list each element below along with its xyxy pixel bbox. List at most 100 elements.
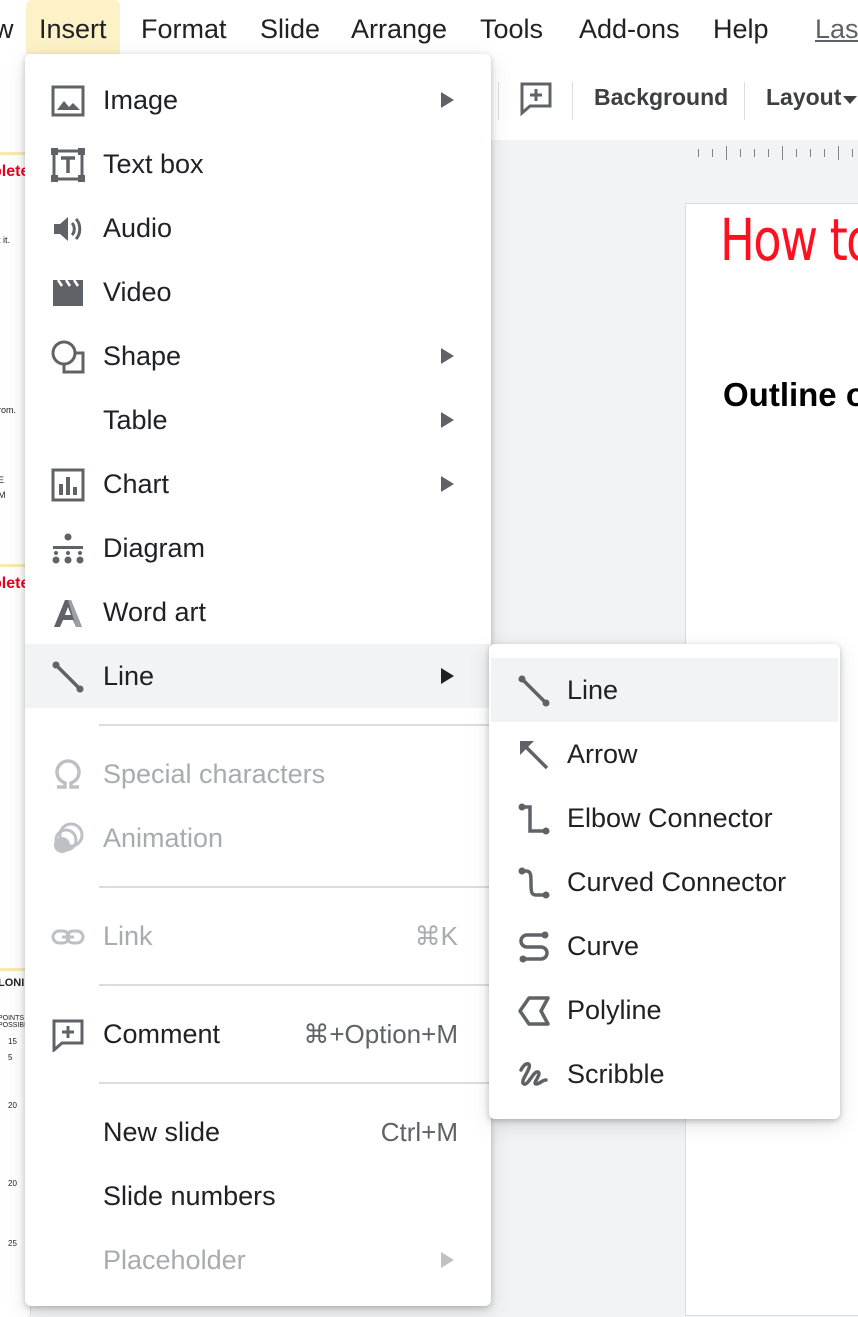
submenu-item-arrow[interactable]: Arrow — [491, 722, 838, 786]
menu-item-line[interactable]: Line — [25, 644, 491, 708]
menu-item-text-box[interactable]: Text box — [25, 132, 491, 196]
menu-item-image[interactable]: Image — [25, 68, 491, 132]
submenu-arrow-icon — [441, 348, 454, 364]
submenu-item-label: Arrow — [567, 739, 638, 769]
submenu-arrow-icon — [441, 476, 454, 492]
menu-item-label: Shape — [103, 341, 182, 371]
line-icon — [517, 674, 551, 708]
menu-item-word-art[interactable]: Word art — [25, 580, 491, 644]
menu-item-label: Text box — [103, 149, 204, 179]
image-icon — [51, 84, 85, 118]
menu-item-shape[interactable]: Shape — [25, 324, 491, 388]
menu-format[interactable]: Format — [141, 0, 227, 54]
menu-item-label: Animation — [103, 823, 224, 853]
menu-item-label: Word art — [103, 597, 207, 627]
menu-item-label: Link — [103, 921, 153, 951]
submenu-arrow-icon — [441, 668, 454, 684]
menu-item-label: New slide — [103, 1117, 221, 1147]
thumbnail-text: 20 — [8, 1101, 17, 1110]
menu-item-shortcut: Ctrl+M — [380, 1117, 458, 1147]
thumbnail-text: POINTS POSSIBL — [0, 1015, 28, 1029]
menu-tools[interactable]: Tools — [480, 0, 543, 54]
thumbnail-title: plete — [0, 163, 28, 180]
menu-item-video[interactable]: Video — [25, 260, 491, 324]
insert-menu: Image Text box Audio Video Shape Table C… — [25, 54, 491, 1306]
menu-item-placeholder: Placeholder — [25, 1228, 491, 1292]
slide-thumbnail[interactable]: plete — [0, 564, 28, 967]
thumbnail-text: 15 — [8, 1037, 17, 1046]
thumbnail-text: rom. — [0, 405, 16, 415]
last-edit-link[interactable]: Las — [815, 0, 858, 54]
menu-item-diagram[interactable]: Diagram — [25, 516, 491, 580]
submenu-item-label: Elbow Connector — [567, 803, 773, 833]
toolbar-divider — [498, 82, 499, 120]
slide-outline-text[interactable]: Outline o — [723, 376, 858, 414]
menu-item-label: Table — [103, 405, 168, 435]
menu-item-label: Image — [103, 85, 179, 115]
polyline-icon — [517, 994, 551, 1028]
thumbnail-text: 20 — [8, 1179, 17, 1188]
menu-item-slide-numbers[interactable]: Slide numbers — [25, 1164, 491, 1228]
diagram-icon — [51, 532, 85, 566]
curved-connector-icon — [517, 866, 551, 900]
menu-item-label: Line — [103, 661, 155, 691]
menu-item-shortcut: ⌘+Option+M — [303, 1019, 458, 1049]
menu-item-audio[interactable]: Audio — [25, 196, 491, 260]
submenu-item-curved-connector[interactable]: Curved Connector — [491, 850, 838, 914]
background-button[interactable]: Background — [594, 84, 728, 111]
submenu-item-label: Curve — [567, 931, 640, 961]
animation-icon — [51, 822, 85, 856]
menu-add-ons[interactable]: Add-ons — [579, 0, 680, 54]
video-icon — [51, 276, 85, 310]
menu-item-label: Slide numbers — [103, 1181, 276, 1211]
menu-item-comment[interactable]: Comment ⌘+Option+M — [25, 1002, 491, 1066]
menu-item-label: Chart — [103, 469, 170, 499]
menu-item-special-characters: Special characters — [25, 742, 491, 806]
submenu-item-line[interactable]: Line — [491, 658, 838, 722]
slide-title[interactable]: How to — [720, 206, 858, 274]
comment-icon — [51, 1018, 85, 1052]
slide-thumbnail[interactable]: plete t it. rom. E M — [0, 152, 28, 551]
menu-insert[interactable]: Insert — [26, 0, 120, 54]
thumbnail-text: E — [0, 475, 4, 485]
submenu-item-curve[interactable]: Curve — [491, 914, 838, 978]
submenu-item-label: Scribble — [567, 1059, 665, 1089]
thumbnail-text: M — [0, 490, 6, 500]
audio-icon — [51, 212, 85, 246]
menu-divider — [99, 984, 491, 986]
submenu-arrow-icon — [441, 1252, 454, 1268]
thumbnail-text: 25 — [8, 1239, 17, 1248]
menu-help[interactable]: Help — [713, 0, 769, 54]
submenu-arrow-icon — [441, 412, 454, 428]
menu-item-label: Comment — [103, 1019, 221, 1049]
line-submenu: Line Arrow Elbow Connector Curved Connec… — [489, 644, 840, 1119]
menu-item-table[interactable]: Table — [25, 388, 491, 452]
submenu-item-label: Curved Connector — [567, 867, 787, 897]
submenu-item-elbow-connector[interactable]: Elbow Connector — [491, 786, 838, 850]
slide-thumbnail[interactable]: LONI POINTS POSSIBL 15 5 20 20 25 — [0, 968, 28, 1317]
submenu-item-polyline[interactable]: Polyline — [491, 978, 838, 1042]
link-icon — [51, 920, 85, 954]
thumbnail-text: LONI — [0, 977, 25, 989]
add-comment-icon[interactable] — [518, 80, 554, 116]
menu-divider — [99, 1082, 491, 1084]
menu-item-label: Video — [103, 277, 172, 307]
submenu-arrow-icon — [441, 92, 454, 108]
menu-view[interactable]: w — [0, 0, 14, 54]
menu-slide[interactable]: Slide — [260, 0, 320, 54]
line-icon — [51, 660, 85, 694]
chevron-down-icon[interactable] — [843, 96, 857, 104]
submenu-item-scribble[interactable]: Scribble — [491, 1042, 838, 1106]
text-box-icon — [51, 148, 85, 182]
elbow-connector-icon — [517, 802, 551, 836]
layout-button[interactable]: Layout — [766, 84, 841, 111]
menu-item-chart[interactable]: Chart — [25, 452, 491, 516]
toolbar-divider — [744, 82, 745, 120]
thumbnail-title: plete — [0, 575, 28, 592]
menu-arrange[interactable]: Arrange — [351, 0, 447, 54]
omega-icon — [51, 758, 85, 792]
horizontal-ruler — [490, 140, 858, 166]
menu-item-new-slide[interactable]: New slide Ctrl+M — [25, 1100, 491, 1164]
thumbnail-text: 5 — [8, 1053, 13, 1062]
menu-item-label: Audio — [103, 213, 173, 243]
